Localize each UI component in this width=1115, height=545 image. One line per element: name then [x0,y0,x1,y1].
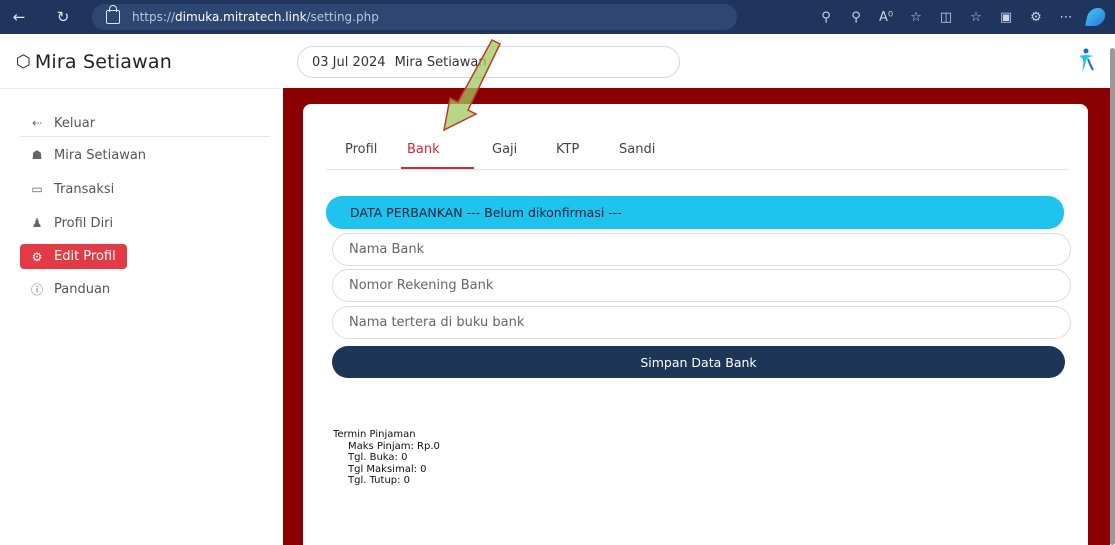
back-icon[interactable]: ← [8,6,30,28]
home-icon: ☗ [31,148,43,162]
brand-name: Mira Setiawan [34,51,172,73]
page-scrollbar[interactable] [1110,48,1115,545]
loan-terms-title: Termin Pinjaman [333,429,416,440]
tab-gaji[interactable]: Gaji [492,142,517,157]
sidebar-divider [20,136,270,137]
sidebar: ⇠ Keluar ☗ Mira Setiawan ▭ Transaksi ♟ P… [0,88,282,545]
sidebar-item-home[interactable]: ☗ Mira Setiawan [20,143,146,167]
tab-bank[interactable]: Bank [407,142,440,157]
bank-name-field[interactable] [332,233,1071,266]
cube-icon: ⬡ [16,52,31,72]
account-number-field[interactable] [332,269,1071,302]
account-holder-field[interactable] [332,306,1071,339]
settings-card: Profil Bank Gaji KTP Sandi DATA PERBANKA… [303,104,1088,545]
app-header: ⬡ Mira Setiawan 03 Jul 2024 Mira Setiawa… [0,34,1115,88]
extensions-icon[interactable]: ⚙ [1021,10,1051,25]
browser-toolbar: ← ↻ https://dimuka.mitratech.link/settin… [0,0,1115,34]
bank-status-text: DATA PERBANKAN --- Belum dikonfirmasi --… [350,205,622,220]
read-aloud-icon[interactable]: A⁰ [871,10,901,25]
sidebar-item-profil-diri[interactable]: ♟ Profil Diri [20,211,114,235]
logout-icon: ⇠ [31,116,43,130]
tab-profil[interactable]: Profil [345,142,377,157]
browser-actions: ⚲ ⚲ A⁰ ☆ ◫ ☆ ▣ ⚙ ⋯ [811,0,1107,34]
address-bar[interactable]: https://dimuka.mitratech.link/setting.ph… [92,4,737,30]
favorite-icon[interactable]: ☆ [901,10,931,25]
settings-tabs: Profil Bank Gaji KTP Sandi [326,134,1069,170]
tab-ktp[interactable]: KTP [556,142,579,157]
save-bank-button[interactable]: Simpan Data Bank [332,346,1065,378]
gear-icon: ⚙ [31,249,43,264]
url-host: dimuka.mitratech.link [175,10,307,24]
close-date: Tgl. Tutup: 0 [348,475,411,486]
company-logo [1079,48,1094,72]
copilot-icon[interactable] [1085,8,1107,26]
split-screen-icon[interactable]: ◫ [931,10,961,25]
sidebar-item-label: Edit Profil [54,249,116,264]
max-date: Tgl Maksimal: 0 [348,463,427,475]
url-path: /setting.php [306,10,379,24]
url-prefix: https:// [132,10,176,24]
sidebar-item-label: Transaksi [54,181,115,197]
sidebar-item-label: Mira Setiawan [54,147,147,163]
more-icon[interactable]: ⋯ [1051,10,1081,25]
sidebar-item-keluar[interactable]: ⇠ Keluar [20,111,95,135]
annotation-arrow [442,39,501,132]
sidebar-item-label: Keluar [54,115,96,131]
refresh-icon[interactable]: ↻ [52,6,74,28]
collections-icon[interactable]: ▣ [991,10,1021,25]
url-text[interactable]: https://dimuka.mitratech.link/setting.ph… [132,10,379,24]
sidebar-item-transaksi[interactable]: ▭ Transaksi [20,177,114,201]
zoom-icon[interactable]: ⚲ [841,10,871,25]
sidebar-item-label: Panduan [54,281,111,297]
help-icon: ⓘ [30,282,43,297]
sidebar-item-panduan[interactable]: ⓘ Panduan [20,277,110,301]
favorites-list-icon[interactable]: ☆ [961,10,991,25]
tab-sandi[interactable]: Sandi [619,142,655,157]
key-icon[interactable]: ⚲ [811,10,841,25]
bank-status-banner: DATA PERBANKAN --- Belum dikonfirmasi --… [326,196,1064,229]
current-date: 03 Jul 2024 [312,54,386,70]
max-loan: Maks Pinjam: Rp.0 [348,440,440,452]
brand[interactable]: ⬡ Mira Setiawan [16,51,172,73]
active-tab-indicator [401,167,474,169]
open-date: Tgl. Buka: 0 [348,452,408,463]
lock-icon[interactable] [106,5,120,24]
loan-terms: Termin Pinjaman Maks Pinjam: Rp.0 Tgl. B… [333,429,440,487]
sidebar-item-label: Profil Diri [54,215,114,231]
sidebar-item-edit-profil[interactable]: ⚙ Edit Profil [20,244,127,269]
user-icon: ♟ [31,216,43,230]
window-icon: ▭ [31,182,43,196]
